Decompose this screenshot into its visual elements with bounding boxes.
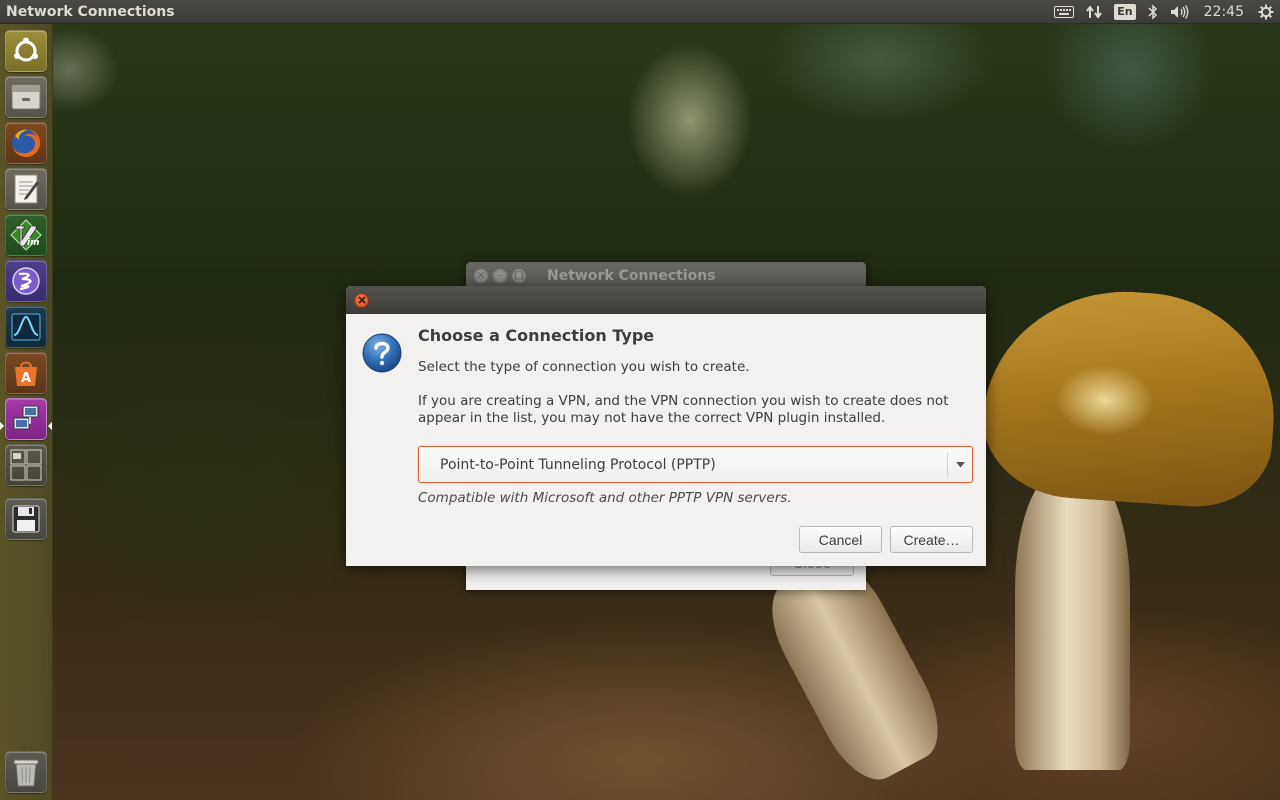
clock[interactable]: 22:45	[1196, 0, 1252, 24]
dialog-heading: Choose a Connection Type	[418, 326, 655, 345]
connection-type-dialog: Choose a Connection Type Select the type…	[346, 286, 986, 566]
files-icon	[11, 84, 41, 110]
svg-text:A: A	[21, 371, 31, 386]
vpn-note-line-2: appear in the list, you may not have the…	[418, 410, 886, 426]
workspace-switcher-icon	[10, 449, 42, 481]
active-indicator	[48, 422, 52, 430]
launcher-software-center[interactable]: A	[5, 352, 47, 394]
connection-type-description: Compatible with Microsoft and other PPTP…	[418, 490, 792, 506]
indicator-area: En 22:45	[1048, 0, 1280, 24]
wallpaper-mushroom-cap	[978, 282, 1280, 512]
software-center-icon: A	[15, 361, 37, 386]
floppy-disk-icon	[12, 505, 40, 533]
vpn-note-line-1: If you are creating a VPN, and the VPN c…	[418, 393, 949, 409]
dash-home-button[interactable]	[5, 30, 47, 72]
dialog-titlebar[interactable]	[346, 286, 986, 314]
connection-type-combo[interactable]: Point-to-Point Tunneling Protocol (PPTP)	[418, 446, 973, 483]
bg-window-title: Network Connections	[547, 268, 716, 284]
svg-text:im: im	[27, 238, 39, 248]
dialog-subtitle: Select the type of connection you wish t…	[418, 359, 750, 375]
ubuntu-logo-icon	[14, 37, 38, 62]
launcher-files[interactable]	[5, 76, 47, 118]
gear-icon[interactable]	[1252, 0, 1280, 24]
cancel-button[interactable]: Cancel	[799, 526, 882, 553]
create-button[interactable]: Create…	[890, 526, 973, 553]
trash-icon	[13, 759, 39, 787]
firefox-icon	[12, 128, 41, 157]
launcher-emacs[interactable]	[5, 260, 47, 302]
launcher: im A	[0, 24, 53, 800]
wallpaper-mushroom-stem	[1015, 470, 1130, 770]
dialog-close-button[interactable]	[354, 292, 369, 308]
running-indicator	[0, 422, 4, 430]
launcher-firefox[interactable]	[5, 122, 47, 164]
bg-close-icon[interactable]: ×	[474, 269, 488, 283]
launcher-text-editor[interactable]	[5, 168, 47, 210]
launcher-save[interactable]	[5, 498, 47, 540]
launcher-system-monitor[interactable]	[5, 306, 47, 348]
launcher-vim[interactable]: im	[5, 214, 47, 256]
language-badge: En	[1114, 3, 1136, 20]
text-editor-icon	[14, 174, 39, 204]
bluetooth-icon[interactable]	[1142, 0, 1164, 24]
top-panel: Network Connections En 22:45	[0, 0, 1280, 24]
active-app-title: Network Connections	[6, 3, 175, 20]
vim-icon: im	[10, 219, 42, 251]
launcher-trash[interactable]	[5, 751, 47, 793]
keyboard-icon[interactable]	[1048, 0, 1080, 24]
question-icon	[362, 333, 402, 373]
volume-icon[interactable]	[1164, 0, 1196, 24]
network-icon[interactable]	[1080, 0, 1108, 24]
launcher-network-connections[interactable]	[5, 398, 47, 440]
bg-maximize-icon[interactable]: □	[512, 269, 526, 283]
launcher-workspace-switcher[interactable]	[5, 444, 47, 486]
bg-minimize-icon[interactable]: –	[493, 269, 507, 283]
network-connections-icon	[13, 405, 39, 430]
chevron-down-icon	[948, 461, 972, 468]
emacs-icon	[12, 267, 40, 295]
system-monitor-icon	[11, 313, 41, 341]
language-indicator[interactable]: En	[1108, 0, 1141, 24]
close-icon	[357, 296, 366, 304]
connection-type-value: Point-to-Point Tunneling Protocol (PPTP)	[440, 456, 716, 473]
